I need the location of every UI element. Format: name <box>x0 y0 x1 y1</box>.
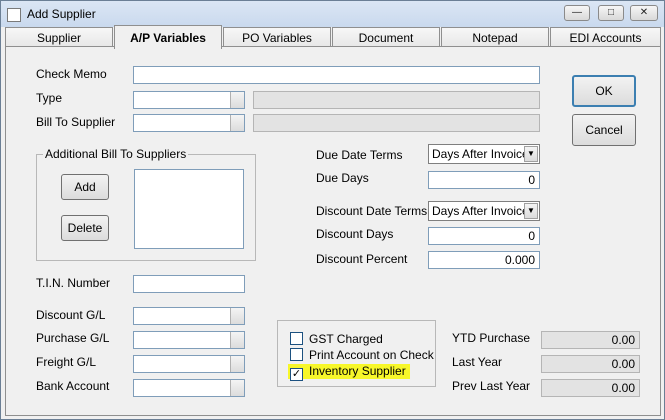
bill-to-dropdown-icon[interactable] <box>230 115 244 131</box>
gst-charged-label: GST Charged <box>309 332 383 346</box>
check-memo-label: Check Memo <box>36 67 107 81</box>
add-supplier-window: Add Supplier — □ ✕ Supplier A/P Variable… <box>0 0 665 420</box>
tin-label: T.I.N. Number <box>36 276 111 290</box>
prev-last-year-value: 0.00 <box>541 379 640 397</box>
minimize-icon[interactable]: — <box>564 5 590 21</box>
tab-ap-variables[interactable]: A/P Variables <box>114 25 222 49</box>
freight-gl-label: Freight G/L <box>36 355 97 369</box>
due-date-terms-value: Days After Invoice <box>432 147 529 161</box>
discount-date-terms-label: Discount Date Terms <box>316 204 428 218</box>
due-date-terms-select[interactable]: Days After Invoice ▼ <box>428 144 540 164</box>
due-date-terms-arrow-icon[interactable]: ▼ <box>524 146 538 162</box>
additional-bill-to-legend: Additional Bill To Suppliers <box>43 147 189 161</box>
additional-suppliers-list[interactable] <box>134 169 244 249</box>
freight-gl-dropdown-icon[interactable] <box>230 356 244 372</box>
discount-date-terms-arrow-icon[interactable]: ▼ <box>524 203 538 219</box>
due-days-input[interactable]: 0 <box>428 171 540 189</box>
tab-notepad[interactable]: Notepad <box>441 27 549 48</box>
app-icon <box>7 8 21 22</box>
inventory-supplier-label: Inventory Supplier <box>309 364 406 378</box>
discount-date-terms-value: Days After Invoice <box>432 204 529 218</box>
bank-account-label: Bank Account <box>36 379 110 393</box>
type-description <box>253 91 540 109</box>
bank-account-dropdown-icon[interactable] <box>230 380 244 396</box>
discount-percent-label: Discount Percent <box>316 252 408 266</box>
due-days-label: Due Days <box>316 171 369 185</box>
window-title: Add Supplier <box>27 7 96 21</box>
ytd-purchase-value: 0.00 <box>541 331 640 349</box>
discount-days-input[interactable]: 0 <box>428 227 540 245</box>
cancel-button[interactable]: Cancel <box>572 114 636 146</box>
additional-bill-to-group: Additional Bill To Suppliers Add Delete <box>36 147 256 261</box>
checkmark-icon[interactable]: ✓ <box>290 368 303 381</box>
ok-button[interactable]: OK <box>572 75 636 107</box>
discount-date-terms-select[interactable]: Days After Invoice ▼ <box>428 201 540 221</box>
bill-to-supplier-description <box>253 114 540 132</box>
type-combo[interactable] <box>133 91 245 109</box>
delete-button[interactable]: Delete <box>61 215 109 241</box>
discount-gl-dropdown-icon[interactable] <box>230 308 244 324</box>
ytd-purchase-label: YTD Purchase <box>452 331 531 345</box>
type-label: Type <box>36 91 63 105</box>
bank-account-combo[interactable] <box>133 379 245 397</box>
discount-days-label: Discount Days <box>316 227 394 241</box>
discount-percent-input[interactable]: 0.000 <box>428 251 540 269</box>
prev-last-year-label: Prev Last Year <box>452 379 531 393</box>
discount-gl-combo[interactable] <box>133 307 245 325</box>
freight-gl-combo[interactable] <box>133 355 245 373</box>
title-bar: Add Supplier — □ ✕ <box>1 1 664 27</box>
purchase-gl-label: Purchase G/L <box>36 331 110 345</box>
tab-document[interactable]: Document <box>332 27 440 48</box>
maximize-icon[interactable]: □ <box>598 5 624 21</box>
close-icon[interactable]: ✕ <box>630 5 658 21</box>
print-account-checkbox[interactable]: Print Account on Check <box>290 348 434 363</box>
add-button[interactable]: Add <box>61 174 109 200</box>
discount-gl-label: Discount G/L <box>36 308 106 322</box>
purchase-gl-dropdown-icon[interactable] <box>230 332 244 348</box>
tab-supplier[interactable]: Supplier <box>5 27 113 48</box>
gst-charged-box[interactable] <box>290 332 303 345</box>
bill-to-supplier-combo[interactable] <box>133 114 245 132</box>
check-memo-input[interactable] <box>133 66 540 84</box>
tab-strip: Supplier A/P Variables PO Variables Docu… <box>5 25 661 49</box>
options-group: GST Charged Print Account on Check ✓ Inve… <box>277 320 436 387</box>
last-year-value: 0.00 <box>541 355 640 373</box>
print-account-box[interactable] <box>290 348 303 361</box>
inventory-supplier-checkbox[interactable]: ✓ Inventory Supplier <box>288 364 410 381</box>
print-account-label: Print Account on Check <box>309 348 434 362</box>
tin-input[interactable] <box>133 275 245 293</box>
gst-charged-checkbox[interactable]: GST Charged <box>290 332 383 347</box>
bill-to-supplier-label: Bill To Supplier <box>36 115 116 129</box>
last-year-label: Last Year <box>452 355 503 369</box>
type-dropdown-icon[interactable] <box>230 92 244 108</box>
ap-variables-panel: Check Memo Type Bill To Supplier Additio… <box>5 46 661 416</box>
due-date-terms-label: Due Date Terms <box>316 148 403 162</box>
tab-po-variables[interactable]: PO Variables <box>223 27 331 48</box>
tab-edi-accounts[interactable]: EDI Accounts <box>550 27 661 48</box>
purchase-gl-combo[interactable] <box>133 331 245 349</box>
